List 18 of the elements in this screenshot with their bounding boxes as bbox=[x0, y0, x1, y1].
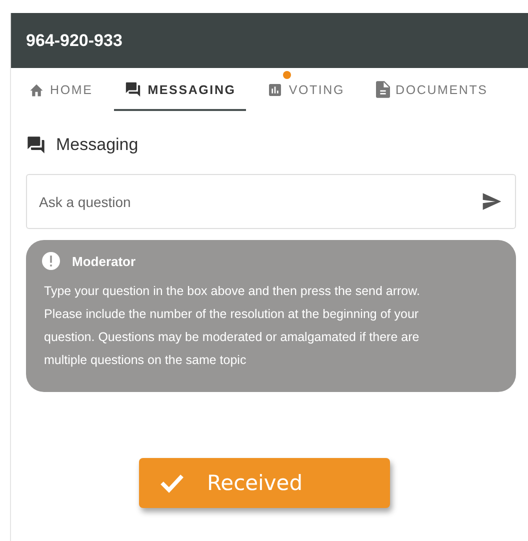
card-text: Type your question in the box above and then press the send arrow. Please include the number of the resolution at the beginning of your question. Questions may be moderated or amalgamated if there are multiple questions on the same topic bbox=[44, 283, 421, 369]
card-title: Moderator bbox=[72, 254, 136, 268]
section-title: Messaging bbox=[56, 135, 138, 155]
nav-tab[interactable]: MESSAGING bbox=[114, 68, 246, 111]
exclamation-icon bbox=[42, 252, 60, 270]
check-icon bbox=[159, 473, 185, 493]
document-icon bbox=[376, 81, 390, 98]
chat-icon bbox=[124, 81, 142, 98]
home-icon bbox=[29, 82, 44, 96]
nav-tab[interactable]: DOCUMENTS bbox=[366, 68, 498, 111]
bar-chart-icon bbox=[266, 82, 283, 98]
chat-icon bbox=[26, 135, 46, 155]
nav-tab[interactable]: HOME bbox=[19, 68, 103, 111]
question-field[interactable]: Ask a question bbox=[26, 174, 516, 229]
send-icon[interactable] bbox=[482, 193, 502, 210]
toast-text: Received bbox=[207, 471, 303, 495]
meeting-id: 964-920-933 bbox=[26, 30, 122, 50]
nav-tab[interactable]: VOTING bbox=[256, 68, 355, 111]
